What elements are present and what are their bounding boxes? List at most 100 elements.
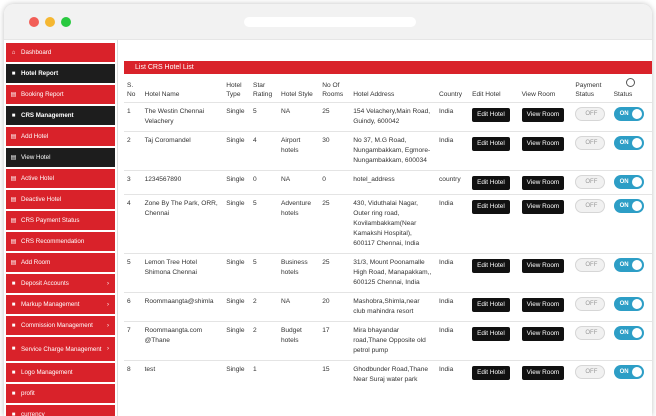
table-cell: 20 xyxy=(319,292,351,322)
sidebar-item-add-room[interactable]: ▤ Add Room xyxy=(6,253,115,272)
view-room-button[interactable]: View Room xyxy=(521,259,565,273)
file-icon: ▤ xyxy=(10,92,17,98)
address-bar[interactable] xyxy=(244,17,416,27)
table-cell: Edit Hotel xyxy=(469,102,519,132)
status-toggle[interactable]: ON xyxy=(613,365,644,379)
sidebar-item-dashboard[interactable]: ⌂ Dashboard xyxy=(6,43,115,62)
table-cell: Single xyxy=(223,321,251,361)
sidebar-item-service-charge-management[interactable]: ■ Service Charge Management › xyxy=(6,337,115,361)
table-cell: Single xyxy=(223,131,251,171)
sidebar-item-crs-payment-status[interactable]: ▤ CRS Payment Status xyxy=(6,211,115,230)
sidebar-item-logo-management[interactable]: ■ Logo Management xyxy=(6,363,115,382)
table-cell: 8 xyxy=(124,360,142,389)
status-toggle[interactable]: ON xyxy=(613,297,644,311)
table-row: 6 Roommaangta@shimla Single 2 NA 20 Mashobra,S… xyxy=(124,292,652,322)
sidebar-item-hotel-report[interactable]: ■ Hotel Report xyxy=(6,64,115,83)
sidebar-item-commission-management[interactable]: ■ Commission Management › xyxy=(6,316,115,335)
table-cell: 30 xyxy=(319,131,351,171)
table-cell: Edit Hotel xyxy=(469,194,519,254)
sidebar-item-view-hotel[interactable]: ▤ View Hotel xyxy=(6,148,115,167)
status-toggle[interactable]: ON xyxy=(613,175,644,189)
payment-status-toggle[interactable]: OFF xyxy=(575,297,606,311)
table-cell: ON xyxy=(610,170,652,195)
sidebar-item-markup-management[interactable]: ■ Markup Management › xyxy=(6,295,115,314)
lock-icon: ■ xyxy=(11,280,16,287)
view-room-button[interactable]: View Room xyxy=(521,137,565,151)
table-cell: 7 xyxy=(124,321,142,361)
column-header-label: Star Rating xyxy=(253,82,273,98)
minimize-window-icon[interactable] xyxy=(45,17,55,27)
column-header-label: View Room xyxy=(521,91,556,98)
edit-hotel-button[interactable]: Edit Hotel xyxy=(472,298,510,312)
sidebar-item-add-hotel[interactable]: ▤ Add Hotel xyxy=(6,127,115,146)
table-cell: View Room xyxy=(518,321,573,361)
sidebar-item-profit[interactable]: ■ profit xyxy=(6,384,115,403)
lock-icon: ■ xyxy=(11,70,16,77)
sidebar-item-deposit-accounts[interactable]: ■ Deposit Accounts › xyxy=(6,274,115,293)
lock-icon: ■ xyxy=(11,369,16,376)
status-toggle[interactable]: ON xyxy=(613,258,644,272)
view-room-button[interactable]: View Room xyxy=(521,366,565,380)
chevron-right-icon: › xyxy=(107,280,109,287)
view-room-button[interactable]: View Room xyxy=(521,176,565,190)
column-header-label: Hotel Name xyxy=(144,91,180,98)
sidebar-item-label: Booking Report xyxy=(21,91,64,98)
status-toggle[interactable]: ON xyxy=(613,199,644,213)
table-cell: test xyxy=(141,360,224,389)
select-all-radio[interactable] xyxy=(625,78,635,87)
table-cell: Edit Hotel xyxy=(469,321,519,361)
edit-hotel-button[interactable]: Edit Hotel xyxy=(472,108,510,122)
status-toggle[interactable]: ON xyxy=(613,136,644,150)
table-row: 3 1234567890 Single 0 NA 0 hotel_address countr… xyxy=(124,170,652,195)
view-room-button[interactable]: View Room xyxy=(521,200,565,214)
file-icon: ▤ xyxy=(10,239,17,245)
view-room-button[interactable]: View Room xyxy=(521,108,565,122)
panel-title: List CRS Hotel List xyxy=(124,61,652,74)
table-cell: Edit Hotel xyxy=(469,131,519,171)
sidebar-item-crs-recommendation[interactable]: ▤ CRS Recommendation xyxy=(6,232,115,251)
edit-hotel-button[interactable]: Edit Hotel xyxy=(472,200,510,214)
column-header: Edit Hotel xyxy=(469,74,519,103)
sidebar-item-label: Markup Management xyxy=(21,301,80,308)
table-cell: OFF xyxy=(572,102,611,132)
sidebar-item-active-hotel[interactable]: ▤ Active Hotel xyxy=(6,169,115,188)
status-toggle[interactable]: ON xyxy=(613,326,644,340)
sidebar-item-label: Commission Management xyxy=(21,322,93,329)
table-cell: India xyxy=(436,253,470,293)
sidebar-item-crs-management[interactable]: ■ CRS Management xyxy=(6,106,115,125)
table-cell: 2 xyxy=(124,131,142,171)
sidebar-item-booking-report[interactable]: ▤ Booking Report xyxy=(6,85,115,104)
payment-status-toggle[interactable]: OFF xyxy=(575,136,606,150)
status-toggle[interactable]: ON xyxy=(613,107,644,121)
edit-hotel-button[interactable]: Edit Hotel xyxy=(472,366,510,380)
close-window-icon[interactable] xyxy=(29,17,39,27)
sidebar-item-deactive-hotel[interactable]: ▤ Deactive Hotel xyxy=(6,190,115,209)
chevron-right-icon: › xyxy=(107,322,109,329)
lock-icon: ■ xyxy=(11,411,16,416)
payment-status-toggle[interactable]: OFF xyxy=(575,326,606,340)
maximize-window-icon[interactable] xyxy=(61,17,71,27)
lock-icon: ■ xyxy=(11,322,16,329)
edit-hotel-button[interactable]: Edit Hotel xyxy=(472,327,510,341)
sidebar-item-currency[interactable]: ■ currency xyxy=(6,405,115,416)
house-icon: ⌂ xyxy=(11,49,16,56)
table-header-row: S. No Hotel Name Hotel Type Star Rating Hote… xyxy=(124,74,652,103)
payment-status-toggle[interactable]: OFF xyxy=(575,199,606,213)
table-cell: hotel_address xyxy=(350,170,436,195)
payment-status-toggle[interactable]: OFF xyxy=(575,365,606,379)
payment-status-toggle[interactable]: OFF xyxy=(575,107,606,121)
payment-status-toggle[interactable]: OFF xyxy=(575,258,606,272)
table-cell: 154 Velachery,Main Road, Guindy, 600042 xyxy=(350,102,436,132)
edit-hotel-button[interactable]: Edit Hotel xyxy=(472,259,510,273)
view-room-button[interactable]: View Room xyxy=(521,327,565,341)
file-icon: ▤ xyxy=(10,218,17,224)
sidebar-item-label: View Hotel xyxy=(21,154,51,161)
payment-status-toggle[interactable]: OFF xyxy=(575,175,606,189)
table-cell: Mashobra,Shimla,near club mahindra resor… xyxy=(350,292,436,322)
lock-icon: ■ xyxy=(11,390,16,397)
view-room-button[interactable]: View Room xyxy=(521,298,565,312)
edit-hotel-button[interactable]: Edit Hotel xyxy=(472,176,510,190)
lock-icon: ■ xyxy=(11,346,16,352)
edit-hotel-button[interactable]: Edit Hotel xyxy=(472,137,510,151)
table-row: 8 test Single 1 15 Ghodbunder Road,Thane Near… xyxy=(124,360,652,389)
